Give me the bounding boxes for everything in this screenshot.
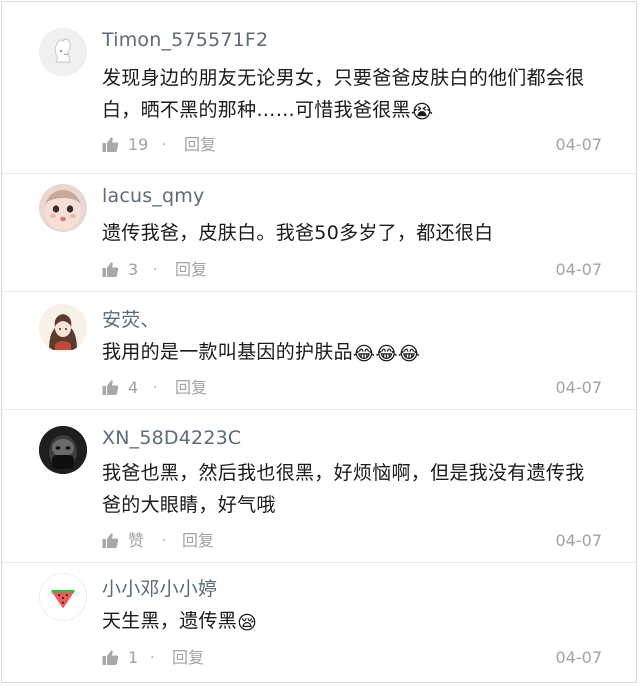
- comment-footer: 4 · 回复 04-07: [102, 377, 602, 399]
- comment-date: 04-07: [555, 531, 603, 550]
- separator-dot: ·: [150, 650, 155, 666]
- like-count[interactable]: 3: [128, 259, 138, 281]
- reply-button[interactable]: 回复: [175, 259, 207, 281]
- comment-text-content: 我用的是一款叫基因的护肤品: [102, 341, 353, 363]
- sleepy-emoji-icon: 😪: [237, 612, 258, 634]
- crying-emoji-icon: 😭: [410, 101, 434, 123]
- username[interactable]: XN_58D4223C: [102, 427, 241, 449]
- reply-button[interactable]: 回复: [172, 647, 204, 669]
- like-count[interactable]: 4: [128, 377, 138, 399]
- separator-dot: ·: [162, 137, 167, 153]
- comment-text: 发现身边的朋友无论男女，只要爸爸皮肤白的他们都会很白，晒不黑的那种……可惜我爸很…: [102, 62, 602, 126]
- avatar[interactable]: [39, 304, 87, 352]
- comment-date: 04-07: [555, 648, 603, 667]
- username[interactable]: 小小邓小小婷: [102, 574, 217, 601]
- comment-date: 04-07: [555, 135, 603, 154]
- illustrated-girl-avatar-icon: [39, 304, 87, 352]
- comment-text: 我用的是一款叫基因的护肤品😂😂😂: [102, 336, 602, 368]
- dark-face-avatar-icon: [39, 426, 87, 474]
- comment-item: XN_58D4223C 我爸也黑，然后我也很黑，好烦恼啊，但是我没有遗传我爸的大…: [2, 410, 638, 563]
- avatar[interactable]: [39, 426, 87, 474]
- comment-text: 遗传我爸，皮肤白。我爸50多岁了，都还很白: [102, 217, 602, 249]
- comment-footer: 3 · 回复 04-07: [102, 259, 602, 281]
- thumbs-up-icon[interactable]: [102, 261, 119, 278]
- thumbs-up-icon[interactable]: [102, 532, 119, 549]
- avatar[interactable]: [39, 28, 87, 76]
- comment-item: 小小邓小小婷 天生黑，遗传黑😪 1 · 回复 04-07: [2, 563, 638, 684]
- reply-button[interactable]: 回复: [175, 377, 207, 399]
- comment-footer: 1 · 回复 04-07: [102, 647, 602, 669]
- username[interactable]: 安荧、: [102, 305, 160, 332]
- comment-text-content: 遗传我爸，皮肤白。我爸50多岁了，都还很白: [102, 222, 494, 244]
- rabbit-avatar-icon: [39, 28, 87, 76]
- reply-button[interactable]: 回复: [182, 530, 214, 552]
- comment-text: 我爸也黑，然后我也很黑，好烦恼啊，但是我没有遗传我爸的大眼睛，好气哦: [102, 457, 602, 521]
- thumbs-up-icon[interactable]: [102, 649, 119, 666]
- separator-dot: ·: [153, 380, 158, 396]
- girl-face-avatar-icon: [39, 184, 87, 232]
- username[interactable]: lacus_qmy: [102, 185, 204, 207]
- comment-text-content: 天生黑，遗传黑: [102, 610, 238, 632]
- avatar[interactable]: [39, 184, 87, 232]
- separator-dot: ·: [162, 533, 167, 549]
- like-count[interactable]: 1: [128, 647, 138, 669]
- thumbs-up-icon[interactable]: [102, 136, 119, 153]
- laughing-emoji-icon: 😂😂😂: [352, 343, 421, 365]
- watermelon-avatar-icon: [40, 574, 86, 620]
- comment-text: 天生黑，遗传黑😪: [102, 605, 602, 637]
- avatar[interactable]: [39, 573, 87, 621]
- comment-item: 安荧、 我用的是一款叫基因的护肤品😂😂😂 4 · 回复 04-07: [2, 292, 638, 410]
- comment-date: 04-07: [555, 378, 603, 397]
- comment-list: Timon_575571F2 发现身边的朋友无论男女，只要爸爸皮肤白的他们都会很…: [1, 1, 638, 684]
- comment-date: 04-07: [555, 260, 603, 279]
- username[interactable]: Timon_575571F2: [102, 29, 268, 51]
- thumbs-up-icon[interactable]: [102, 379, 119, 396]
- comment-text-content: 发现身边的朋友无论男女，只要爸爸皮肤白的他们都会很白，晒不黑的那种……可惜我爸很…: [102, 67, 585, 121]
- reply-button[interactable]: 回复: [184, 134, 216, 156]
- comment-footer: 19 · 回复 04-07: [102, 134, 602, 156]
- comment-text-content: 我爸也黑，然后我也很黑，好烦恼啊，但是我没有遗传我爸的大眼睛，好气哦: [102, 462, 585, 516]
- separator-dot: ·: [153, 262, 158, 278]
- like-button-label[interactable]: 赞: [128, 530, 144, 552]
- comment-item: lacus_qmy 遗传我爸，皮肤白。我爸50多岁了，都还很白 3 · 回复 0…: [2, 174, 638, 292]
- comment-item: Timon_575571F2 发现身边的朋友无论男女，只要爸爸皮肤白的他们都会很…: [2, 2, 638, 174]
- like-count[interactable]: 19: [128, 134, 148, 156]
- comment-footer: 赞 · 回复 04-07: [102, 530, 602, 552]
